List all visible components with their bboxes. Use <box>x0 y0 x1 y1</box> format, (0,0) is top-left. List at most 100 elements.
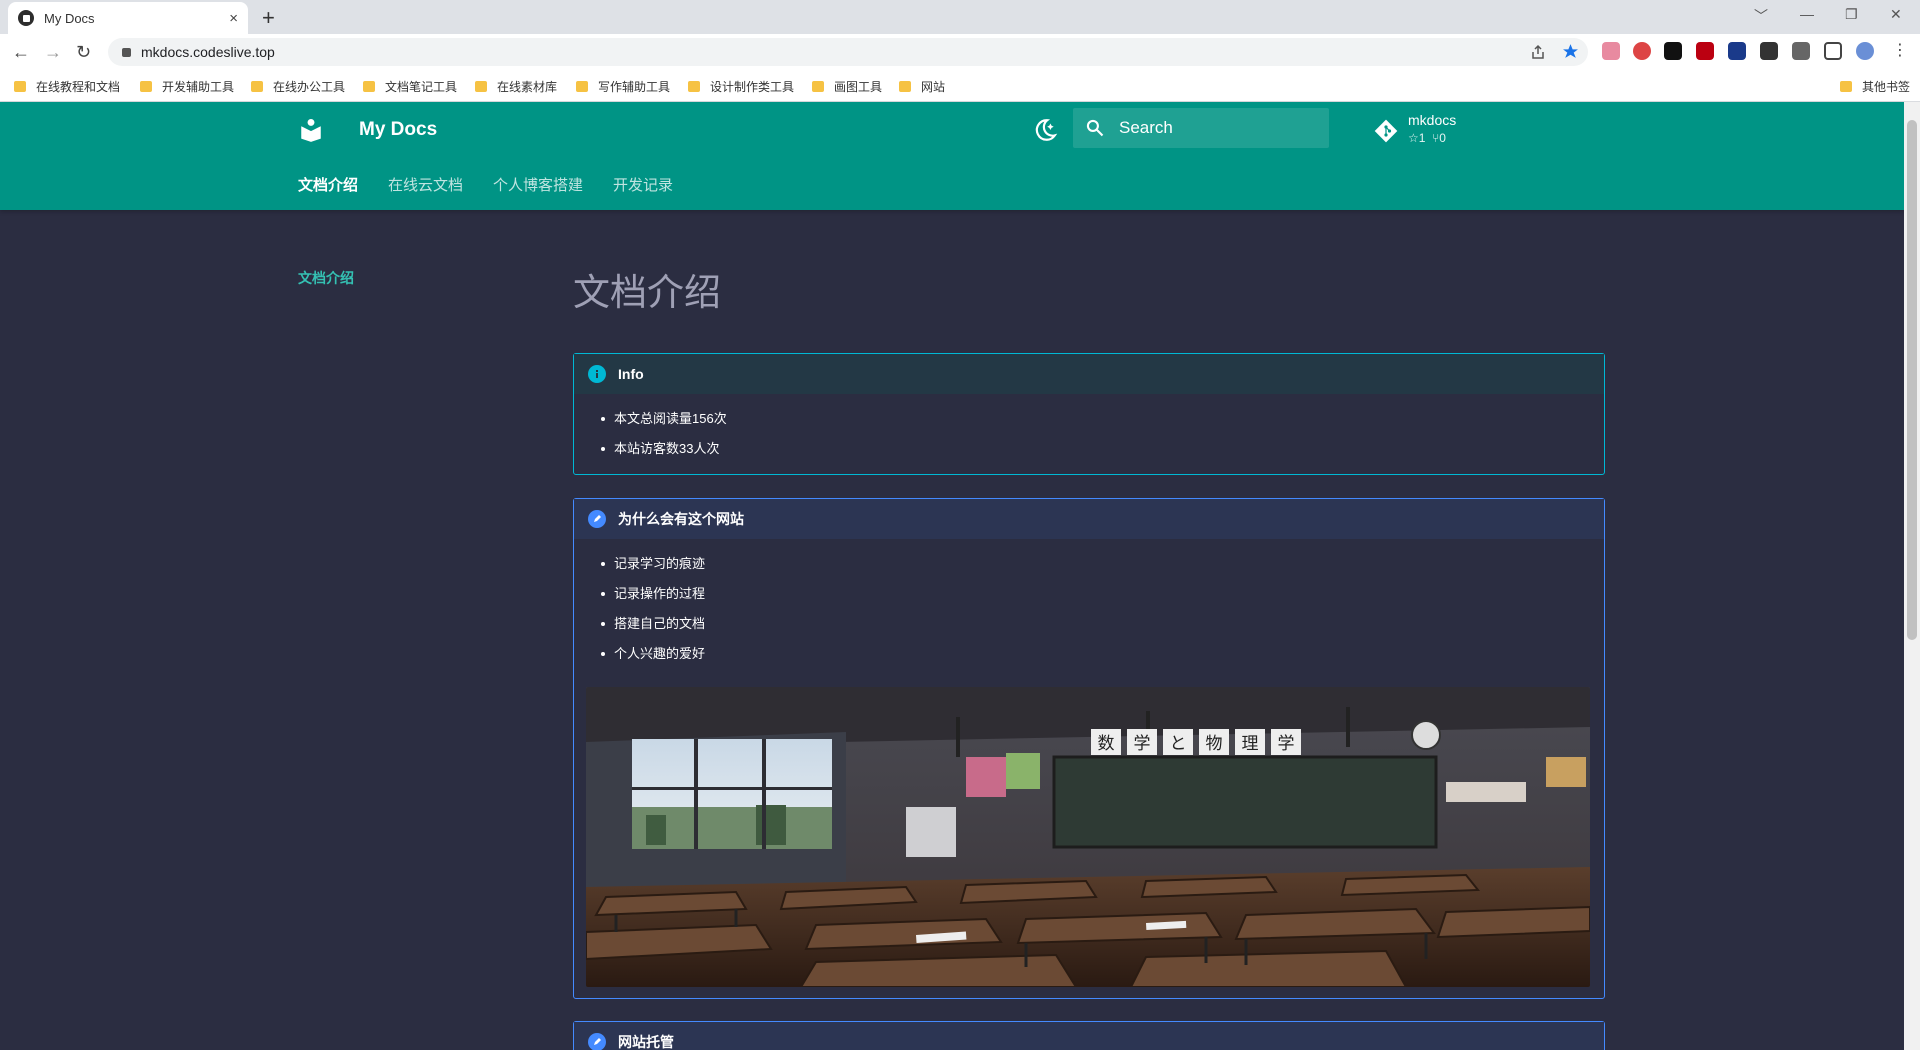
admonition-header: Info <box>574 354 1604 394</box>
svg-text:数: 数 <box>1098 734 1115 754</box>
note-admonition: 为什么会有这个网站 记录学习的痕迹 记录操作的过程 搭建自己的文档 个人兴趣的爱… <box>573 498 1605 999</box>
bookmark-label: 其他书签 <box>1862 80 1911 94</box>
bookmark-star-icon[interactable] <box>1562 43 1579 60</box>
bookmark-label: 画图工具 <box>834 80 883 94</box>
tab-search-icon[interactable]: ﹀ <box>1754 6 1768 26</box>
tab-dev-log[interactable]: 开发记录 <box>613 174 673 195</box>
tab-title: My Docs <box>44 10 95 26</box>
tab-close-icon[interactable]: × <box>229 10 238 27</box>
classroom-illustration: 数 学 と 物 理 学 <box>586 687 1590 987</box>
git-repo-icon[interactable] <box>1374 119 1398 143</box>
bookmark-label: 文档笔记工具 <box>385 80 458 94</box>
folder-icon <box>140 81 152 92</box>
bookmark-folder[interactable]: 设计制作类工具 <box>688 78 794 95</box>
folder-icon <box>688 81 700 92</box>
folder-icon <box>812 81 824 92</box>
extension-flag-icon[interactable] <box>1602 42 1620 60</box>
bookmarks-bar: 在线教程和文档 开发辅助工具 在线办公工具 文档笔记工具 在线素材库 写作辅助工… <box>0 70 1920 102</box>
dark-mode-toggle-icon[interactable] <box>1032 117 1058 143</box>
bookmark-folder[interactable]: 开发辅助工具 <box>140 78 234 95</box>
bookmark-folder[interactable]: 网站 <box>899 78 945 95</box>
folder-icon <box>899 81 911 92</box>
extension-weibo-icon[interactable] <box>1633 42 1651 60</box>
address-bar-row: ← → ↻ mkdocs.codeslive.top <box>0 34 1920 70</box>
pencil-icon <box>588 510 606 528</box>
list-item: 记录学习的痕迹 <box>601 551 1604 581</box>
admonition-header: 网站托管 <box>574 1022 1604 1050</box>
bookmark-folder[interactable]: 画图工具 <box>812 78 882 95</box>
lock-icon <box>122 47 131 57</box>
list-item: 本站访客数33人次 <box>601 436 1604 466</box>
site-header: My Docs Search mkdocs ☆1 ⑂0 文档介绍 在线云文档 个… <box>0 102 1904 210</box>
pencil-icon <box>588 1033 606 1050</box>
restore-button[interactable]: ❐ <box>1845 6 1858 23</box>
hosting-admonition: 网站托管 <box>573 1021 1605 1050</box>
bookmark-label: 在线办公工具 <box>273 80 346 94</box>
share-icon[interactable] <box>1530 44 1546 60</box>
folder-icon <box>475 81 487 92</box>
folder-icon <box>363 81 375 92</box>
extension-bilibili-icon[interactable] <box>1664 42 1682 60</box>
browser-menu-icon[interactable]: ⋮ <box>1892 40 1908 60</box>
extension-download-icon[interactable] <box>1728 42 1746 60</box>
repo-stats: ☆1 ⑂0 <box>1408 131 1446 145</box>
sidebar-item-doc-intro[interactable]: 文档介绍 <box>298 268 354 288</box>
folder-icon <box>14 81 26 92</box>
bookmark-folder[interactable]: 在线办公工具 <box>251 78 345 95</box>
repo-forks: ⑂0 <box>1432 131 1446 145</box>
list-item: 个人兴趣的爱好 <box>601 641 1604 671</box>
svg-text:と: と <box>1170 734 1187 754</box>
reload-button[interactable]: ↻ <box>76 42 91 63</box>
folder-icon <box>1840 81 1852 92</box>
url-text[interactable]: mkdocs.codeslive.top <box>141 44 275 60</box>
list-item: 记录操作的过程 <box>601 581 1604 611</box>
browser-tab[interactable]: My Docs × <box>8 2 248 34</box>
admonition-title: Info <box>618 366 644 382</box>
page-title: 文档介绍 <box>573 272 721 313</box>
tab-cloud-docs[interactable]: 在线云文档 <box>388 174 463 195</box>
info-admonition: Info 本文总阅读量156次 本站访客数33人次 <box>573 353 1605 475</box>
minimize-button[interactable]: — <box>1800 6 1814 22</box>
bookmark-folder[interactable]: 在线素材库 <box>475 78 557 95</box>
forward-button[interactable]: → <box>44 42 62 63</box>
omnibox[interactable]: mkdocs.codeslive.top <box>108 38 1588 66</box>
list-item: 搭建自己的文档 <box>601 611 1604 641</box>
other-bookmarks-folder[interactable]: 其他书签 <box>1840 78 1910 95</box>
profile-avatar[interactable] <box>1856 42 1874 60</box>
back-button[interactable]: ← <box>12 42 30 63</box>
browser-tabstrip: My Docs × + ﹀ — ❐ ✕ <box>0 0 1920 34</box>
folder-icon <box>576 81 588 92</box>
repo-stars: ☆1 <box>1408 131 1426 145</box>
repo-name[interactable]: mkdocs <box>1408 112 1456 128</box>
bookmark-label: 在线教程和文档 <box>36 80 121 94</box>
tab-doc-intro[interactable]: 文档介绍 <box>298 174 358 195</box>
admonition-list: 本文总阅读量156次 本站访客数33人次 <box>574 394 1604 466</box>
search-icon <box>1086 119 1104 137</box>
svg-text:理: 理 <box>1242 734 1259 754</box>
extensions-puzzle-icon[interactable] <box>1792 42 1810 60</box>
bookmark-folder[interactable]: 写作辅助工具 <box>576 78 670 95</box>
new-tab-button[interactable]: + <box>262 5 275 31</box>
list-item: 本文总阅读量156次 <box>601 406 1604 436</box>
bookmark-label: 网站 <box>921 80 946 94</box>
book-logo-icon[interactable] <box>298 117 324 143</box>
info-icon <box>588 365 606 383</box>
search-box[interactable]: Search <box>1073 108 1329 148</box>
bookmark-folder[interactable]: 文档笔记工具 <box>363 78 457 95</box>
folder-icon <box>251 81 263 92</box>
extension-ublock-icon[interactable] <box>1696 42 1714 60</box>
site-title[interactable]: My Docs <box>359 119 437 141</box>
bookmark-label: 在线素材库 <box>497 80 558 94</box>
close-window-button[interactable]: ✕ <box>1890 6 1902 23</box>
page-scrollbar[interactable] <box>1904 102 1920 1050</box>
admonition-list: 记录学习的痕迹 记录操作的过程 搭建自己的文档 个人兴趣的爱好 <box>574 539 1604 671</box>
svg-text:学: 学 <box>1134 734 1151 754</box>
admonition-title: 网站托管 <box>618 1034 674 1050</box>
scrollbar-thumb[interactable] <box>1907 120 1917 640</box>
bookmark-label: 写作辅助工具 <box>598 80 671 94</box>
tab-blog-setup[interactable]: 个人博客搭建 <box>493 174 583 195</box>
site-favicon-icon <box>18 10 34 26</box>
side-panel-icon[interactable] <box>1824 42 1842 60</box>
extension-clip-icon[interactable] <box>1760 42 1778 60</box>
bookmark-folder[interactable]: 在线教程和文档 <box>14 78 120 95</box>
